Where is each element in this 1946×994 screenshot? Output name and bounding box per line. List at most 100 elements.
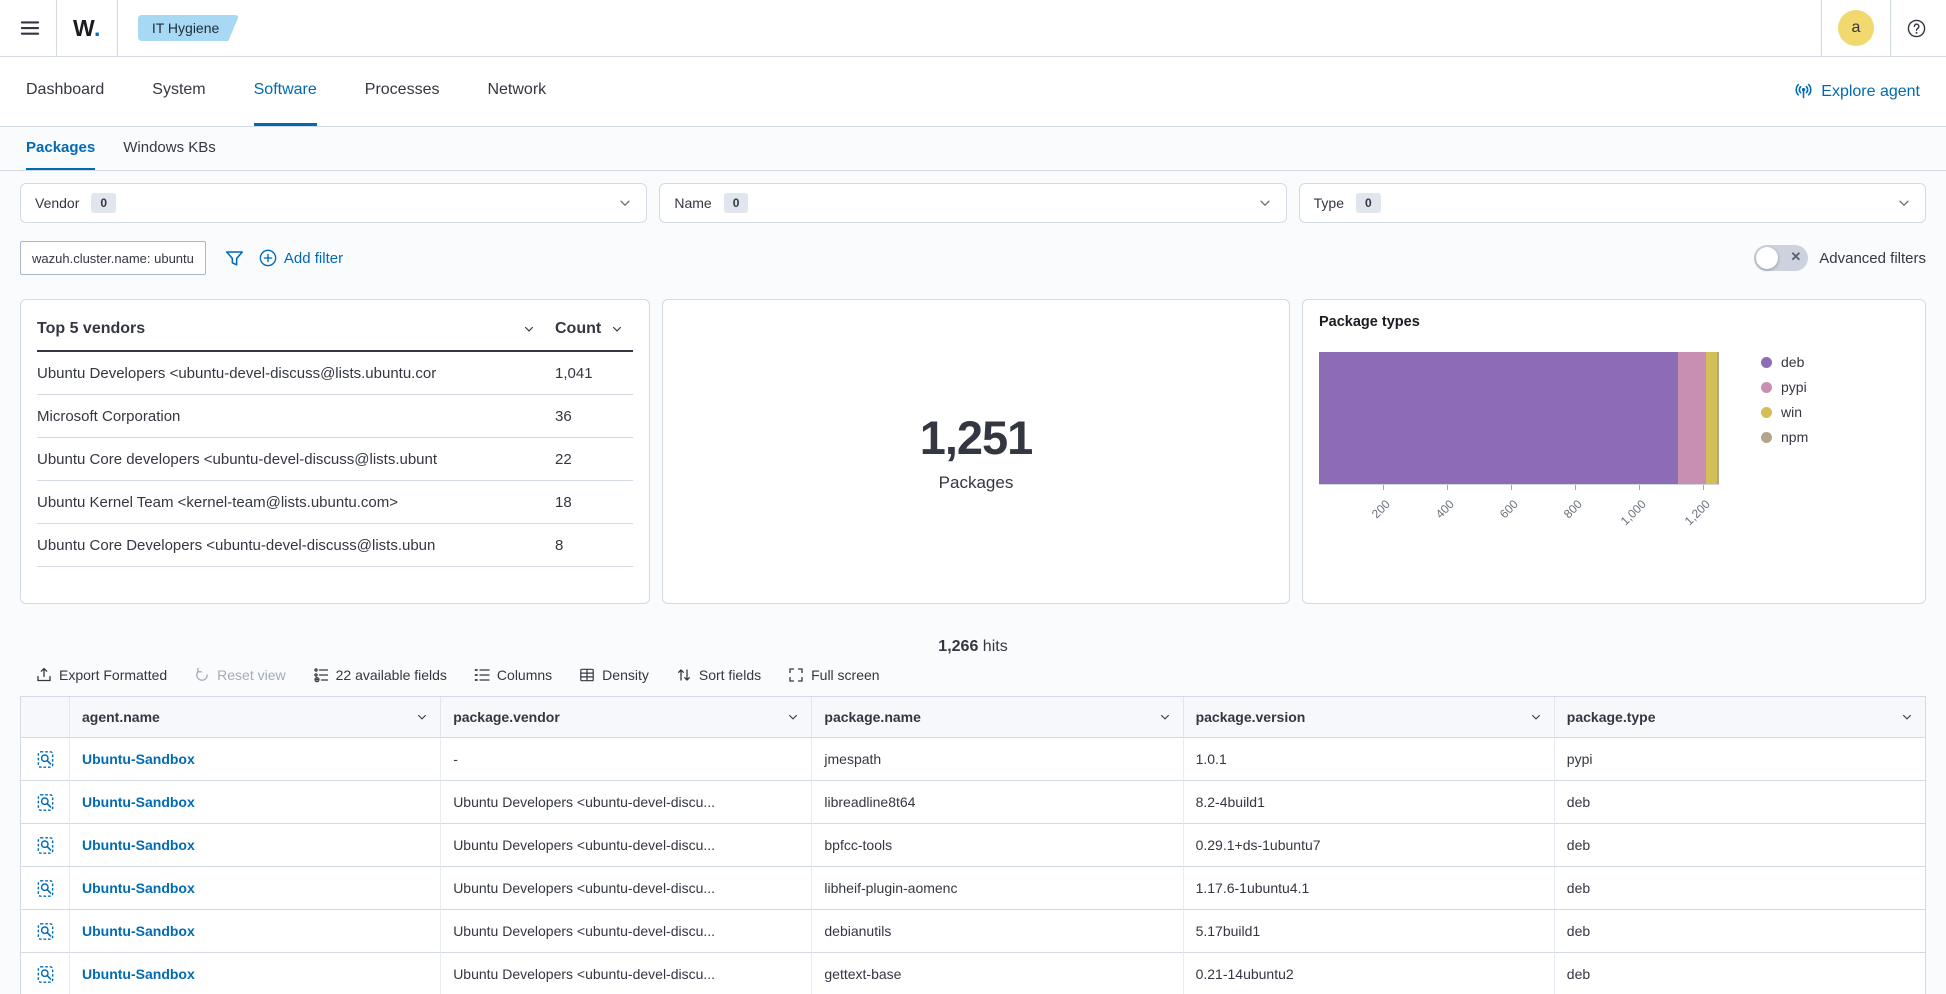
legend-item-win[interactable]: win bbox=[1761, 404, 1808, 420]
cell-agent-name: Ubuntu-Sandbox bbox=[69, 909, 441, 952]
plus-circle-icon bbox=[259, 249, 277, 267]
package-types-panel: Package types 200 400 600 800 1,000 1,200 deb… bbox=[1302, 299, 1926, 604]
density-button[interactable]: Density bbox=[579, 667, 649, 683]
inspect-document-icon[interactable] bbox=[21, 780, 69, 823]
chevron-down-icon bbox=[1159, 711, 1171, 723]
sort-fields-label: Sort fields bbox=[698, 667, 762, 683]
agent-name-link[interactable]: Ubuntu-Sandbox bbox=[82, 794, 195, 810]
cell-package-type: deb bbox=[1553, 823, 1925, 866]
chevron-down-icon bbox=[416, 711, 428, 723]
tab-software[interactable]: Software bbox=[253, 57, 317, 126]
active-filter-pill[interactable]: wazuh.cluster.name: ubuntu bbox=[20, 241, 206, 275]
vendor-row: Ubuntu Developers <ubuntu-devel-discuss@… bbox=[37, 352, 633, 395]
packages-metric-label: Packages bbox=[938, 473, 1014, 492]
explore-agent-link[interactable]: Explore agent bbox=[1794, 57, 1920, 126]
sub-tab-bar: Packages Windows KBs bbox=[0, 127, 1946, 171]
agent-name-link[interactable]: Ubuntu-Sandbox bbox=[82, 966, 195, 982]
tab-network[interactable]: Network bbox=[487, 57, 546, 126]
vendor-name: Microsoft Corporation bbox=[37, 407, 181, 425]
inspect-document-icon[interactable] bbox=[21, 866, 69, 909]
count-sort-chevron-icon[interactable] bbox=[611, 323, 623, 335]
divider bbox=[1821, 0, 1822, 56]
vendor-count: 22 bbox=[555, 450, 572, 468]
cell-package-name: libreadline8t64 bbox=[811, 780, 1183, 823]
wazuh-logo[interactable]: W. bbox=[73, 15, 101, 42]
cell-agent-name: Ubuntu-Sandbox bbox=[69, 737, 441, 780]
type-select[interactable]: Type 0 bbox=[1298, 183, 1926, 223]
subtab-windows-kbs[interactable]: Windows KBs bbox=[123, 127, 216, 170]
explore-agent-label: Explore agent bbox=[1821, 82, 1920, 100]
available-fields-label: 22 available fields bbox=[335, 667, 447, 683]
main-tab-bar: Dashboard System Software Processes Netw… bbox=[0, 57, 1946, 127]
tab-processes[interactable]: Processes bbox=[365, 57, 440, 126]
advanced-filters-toggle[interactable]: ✕ bbox=[1754, 245, 1809, 271]
vendor-sort-chevron-icon[interactable] bbox=[523, 323, 535, 335]
chart-title: Package types bbox=[1319, 314, 1420, 330]
full-screen-button[interactable]: Full screen bbox=[788, 667, 880, 683]
header-control-column bbox=[21, 697, 69, 737]
top-header-bar: W. IT Hygiene a bbox=[0, 0, 1946, 57]
columns-label: Columns bbox=[496, 667, 553, 683]
export-formatted-button[interactable]: Export Formatted bbox=[36, 667, 167, 683]
results-section: 1,266 hits Export Formatted Reset view 2… bbox=[20, 638, 1926, 994]
full-screen-label: Full screen bbox=[811, 667, 880, 683]
agent-name-link[interactable]: Ubuntu-Sandbox bbox=[82, 880, 195, 896]
inspect-document-icon[interactable] bbox=[21, 823, 69, 866]
cell-package-name: gettext-base bbox=[811, 952, 1183, 994]
cell-package-vendor: Ubuntu Developers <ubuntu-devel-discu... bbox=[440, 909, 812, 952]
vendor-count: 8 bbox=[555, 536, 564, 554]
legend-item-pypi[interactable]: pypi bbox=[1761, 379, 1808, 395]
help-icon[interactable] bbox=[1907, 19, 1926, 38]
toggle-knob bbox=[1756, 247, 1779, 269]
inspect-document-icon[interactable] bbox=[21, 909, 69, 952]
table-toolbar: Export Formatted Reset view 22 available… bbox=[20, 667, 1926, 683]
filter-funnel-icon[interactable] bbox=[225, 249, 244, 268]
column-header-agent-name[interactable]: agent.name bbox=[69, 697, 441, 737]
x-tick-label: 1,000 bbox=[1617, 497, 1649, 529]
column-label: package.version bbox=[1195, 709, 1306, 725]
vendor-count: 1,041 bbox=[555, 364, 593, 382]
x-tick-label: 800 bbox=[1560, 497, 1585, 522]
cell-package-type: pypi bbox=[1553, 737, 1925, 780]
available-fields-button[interactable]: 22 available fields bbox=[313, 667, 447, 683]
name-count-badge: 0 bbox=[723, 193, 749, 213]
avatar[interactable]: a bbox=[1838, 10, 1874, 46]
agent-name-link[interactable]: Ubuntu-Sandbox bbox=[82, 923, 195, 939]
legend-item-npm[interactable]: npm bbox=[1761, 429, 1808, 445]
top-vendors-title: Top 5 vendors bbox=[37, 320, 146, 337]
summary-panels-row: Top 5 vendors Count Ubuntu Developers <u… bbox=[20, 299, 1926, 604]
hits-label: hits bbox=[982, 638, 1008, 655]
x-tick-label: 1,200 bbox=[1681, 497, 1713, 529]
add-filter-button[interactable]: Add filter bbox=[259, 249, 343, 267]
cell-package-version: 1.0.1 bbox=[1182, 737, 1554, 780]
agent-name-link[interactable]: Ubuntu-Sandbox bbox=[82, 751, 195, 767]
x-tick-label: 600 bbox=[1496, 497, 1521, 522]
cell-package-name: debianutils bbox=[811, 909, 1183, 952]
legend-label: pypi bbox=[1781, 379, 1807, 395]
sort-fields-button[interactable]: Sort fields bbox=[676, 667, 761, 683]
hamburger-menu-icon[interactable] bbox=[20, 18, 40, 38]
column-header-package-name[interactable]: package.name bbox=[811, 697, 1183, 737]
reset-view-button[interactable]: Reset view bbox=[194, 667, 286, 683]
inspect-document-icon[interactable] bbox=[21, 737, 69, 780]
column-header-package-vendor[interactable]: package.vendor bbox=[440, 697, 812, 737]
legend-item-deb[interactable]: deb bbox=[1761, 354, 1808, 370]
vendor-name: Ubuntu Core Developers <ubuntu-devel-dis… bbox=[37, 536, 436, 554]
columns-button[interactable]: Columns bbox=[474, 667, 552, 683]
agent-name-link[interactable]: Ubuntu-Sandbox bbox=[82, 837, 195, 853]
column-header-package-version[interactable]: package.version bbox=[1182, 697, 1554, 737]
legend-label: deb bbox=[1781, 354, 1805, 370]
vendor-select[interactable]: Vendor 0 bbox=[20, 183, 648, 223]
divider bbox=[56, 0, 57, 56]
tab-system[interactable]: System bbox=[152, 57, 205, 126]
sort-icon bbox=[676, 667, 692, 683]
cell-package-vendor: Ubuntu Developers <ubuntu-devel-discu... bbox=[440, 866, 812, 909]
inspect-document-icon[interactable] bbox=[21, 952, 69, 994]
subtab-packages[interactable]: Packages bbox=[26, 127, 96, 170]
tab-dashboard[interactable]: Dashboard bbox=[26, 57, 104, 126]
cell-package-type: deb bbox=[1553, 909, 1925, 952]
legend-dot bbox=[1761, 431, 1772, 443]
vendor-row: Ubuntu Core developers <ubuntu-devel-dis… bbox=[37, 438, 633, 481]
name-select[interactable]: Name 0 bbox=[659, 183, 1287, 223]
column-header-package-type[interactable]: package.type bbox=[1553, 697, 1925, 737]
